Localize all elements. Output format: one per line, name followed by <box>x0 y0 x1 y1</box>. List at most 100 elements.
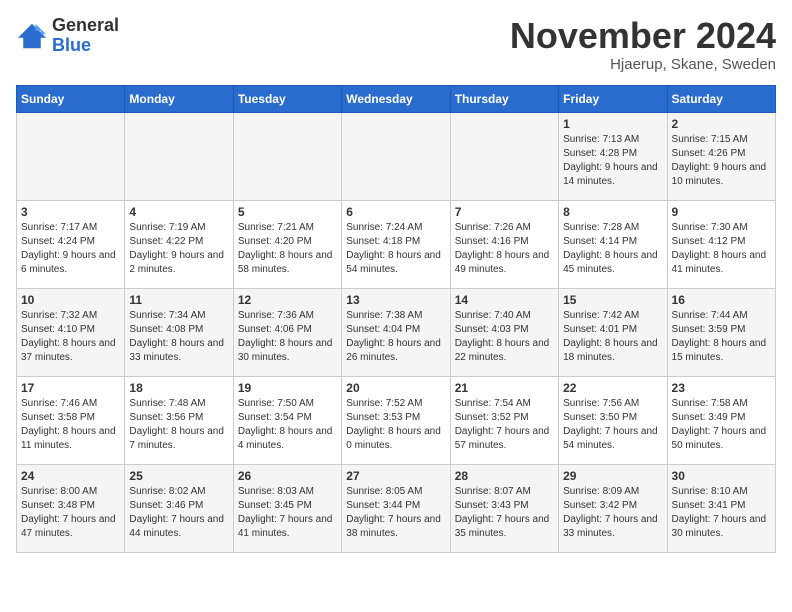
weekday-header: Saturday <box>667 85 775 112</box>
day-number: 11 <box>129 293 228 307</box>
calendar-day-cell: 30 Sunrise: 8:10 AM Sunset: 3:41 PM Dayli… <box>667 464 775 552</box>
day-number: 3 <box>21 205 120 219</box>
calendar-day-cell: 7 Sunrise: 7:26 AM Sunset: 4:16 PM Daylig… <box>450 200 558 288</box>
day-info: Sunrise: 7:38 AM Sunset: 4:04 PM Dayligh… <box>346 309 445 365</box>
day-info: Sunrise: 8:07 AM Sunset: 3:43 PM Dayligh… <box>455 485 554 541</box>
day-info: Sunrise: 7:28 AM Sunset: 4:14 PM Dayligh… <box>563 221 662 277</box>
day-number: 26 <box>238 469 337 483</box>
weekday-header: Tuesday <box>233 85 341 112</box>
day-number: 7 <box>455 205 554 219</box>
day-info: Sunrise: 8:05 AM Sunset: 3:44 PM Dayligh… <box>346 485 445 541</box>
calendar-day-cell <box>450 112 558 200</box>
day-info: Sunrise: 7:44 AM Sunset: 3:59 PM Dayligh… <box>672 309 771 365</box>
calendar-week-row: 17 Sunrise: 7:46 AM Sunset: 3:58 PM Dayli… <box>17 376 776 464</box>
calendar-day-cell: 29Sunrise: 8:09 AM Sunset: 3:42 PM Dayli… <box>559 464 667 552</box>
day-info: Sunrise: 7:58 AM Sunset: 3:49 PM Dayligh… <box>672 397 771 453</box>
calendar-week-row: 10 Sunrise: 7:32 AM Sunset: 4:10 PM Dayli… <box>17 288 776 376</box>
day-info: Sunrise: 7:17 AM Sunset: 4:24 PM Dayligh… <box>21 221 120 277</box>
calendar-day-cell: 20 Sunrise: 7:52 AM Sunset: 3:53 PM Dayli… <box>342 376 450 464</box>
calendar-day-cell: 2 Sunrise: 7:15 AM Sunset: 4:26 PM Daylig… <box>667 112 775 200</box>
calendar-day-cell: 3 Sunrise: 7:17 AM Sunset: 4:24 PM Daylig… <box>17 200 125 288</box>
day-info: Sunrise: 7:56 AM Sunset: 3:50 PM Dayligh… <box>563 397 662 453</box>
calendar-table: SundayMondayTuesdayWednesdayThursdayFrid… <box>16 85 776 553</box>
calendar-day-cell: 15 Sunrise: 7:42 AM Sunset: 4:01 PM Dayli… <box>559 288 667 376</box>
day-info: Sunrise: 8:00 AM Sunset: 3:48 PM Dayligh… <box>21 485 120 541</box>
calendar-day-cell: 5 Sunrise: 7:21 AM Sunset: 4:20 PM Daylig… <box>233 200 341 288</box>
calendar-day-cell: 18 Sunrise: 7:48 AM Sunset: 3:56 PM Dayli… <box>125 376 233 464</box>
day-info: Sunrise: 7:54 AM Sunset: 3:52 PM Dayligh… <box>455 397 554 453</box>
calendar-day-cell: 19 Sunrise: 7:50 AM Sunset: 3:54 PM Dayli… <box>233 376 341 464</box>
logo-blue: Blue <box>52 35 91 55</box>
day-number: 25 <box>129 469 228 483</box>
day-number: 20 <box>346 381 445 395</box>
day-number: 19 <box>238 381 337 395</box>
calendar-week-row: 1Sunrise: 7:13 AM Sunset: 4:28 PM Daylig… <box>17 112 776 200</box>
day-info: Sunrise: 7:24 AM Sunset: 4:18 PM Dayligh… <box>346 221 445 277</box>
day-number: 5 <box>238 205 337 219</box>
day-info: Sunrise: 7:19 AM Sunset: 4:22 PM Dayligh… <box>129 221 228 277</box>
day-number: 15 <box>563 293 662 307</box>
day-number: 17 <box>21 381 120 395</box>
day-info: Sunrise: 7:15 AM Sunset: 4:26 PM Dayligh… <box>672 133 771 189</box>
logo-general: General <box>52 15 119 35</box>
title-block: November 2024 Hjaerup, Skane, Sweden <box>510 16 776 73</box>
day-number: 21 <box>455 381 554 395</box>
day-number: 18 <box>129 381 228 395</box>
calendar-day-cell: 1Sunrise: 7:13 AM Sunset: 4:28 PM Daylig… <box>559 112 667 200</box>
calendar-day-cell: 26 Sunrise: 8:03 AM Sunset: 3:45 PM Dayli… <box>233 464 341 552</box>
day-number: 29 <box>563 469 662 483</box>
day-number: 22 <box>563 381 662 395</box>
calendar-day-cell: 28Sunrise: 8:07 AM Sunset: 3:43 PM Dayli… <box>450 464 558 552</box>
location: Hjaerup, Skane, Sweden <box>510 56 776 73</box>
day-info: Sunrise: 8:10 AM Sunset: 3:41 PM Dayligh… <box>672 485 771 541</box>
calendar-day-cell: 16 Sunrise: 7:44 AM Sunset: 3:59 PM Dayli… <box>667 288 775 376</box>
day-info: Sunrise: 7:30 AM Sunset: 4:12 PM Dayligh… <box>672 221 771 277</box>
calendar-day-cell <box>342 112 450 200</box>
day-info: Sunrise: 7:21 AM Sunset: 4:20 PM Dayligh… <box>238 221 337 277</box>
day-number: 9 <box>672 205 771 219</box>
day-info: Sunrise: 7:36 AM Sunset: 4:06 PM Dayligh… <box>238 309 337 365</box>
day-info: Sunrise: 7:40 AM Sunset: 4:03 PM Dayligh… <box>455 309 554 365</box>
day-info: Sunrise: 7:46 AM Sunset: 3:58 PM Dayligh… <box>21 397 120 453</box>
weekday-header: Thursday <box>450 85 558 112</box>
calendar-day-cell: 4 Sunrise: 7:19 AM Sunset: 4:22 PM Daylig… <box>125 200 233 288</box>
day-info: Sunrise: 7:50 AM Sunset: 3:54 PM Dayligh… <box>238 397 337 453</box>
page-header: General Blue November 2024 Hjaerup, Skan… <box>16 16 776 73</box>
day-number: 14 <box>455 293 554 307</box>
day-number: 4 <box>129 205 228 219</box>
day-info: Sunrise: 7:48 AM Sunset: 3:56 PM Dayligh… <box>129 397 228 453</box>
day-info: Sunrise: 7:42 AM Sunset: 4:01 PM Dayligh… <box>563 309 662 365</box>
calendar-week-row: 24 Sunrise: 8:00 AM Sunset: 3:48 PM Dayli… <box>17 464 776 552</box>
calendar-day-cell: 10 Sunrise: 7:32 AM Sunset: 4:10 PM Dayli… <box>17 288 125 376</box>
calendar-day-cell: 12 Sunrise: 7:36 AM Sunset: 4:06 PM Dayli… <box>233 288 341 376</box>
day-number: 12 <box>238 293 337 307</box>
calendar-day-cell: 27Sunrise: 8:05 AM Sunset: 3:44 PM Dayli… <box>342 464 450 552</box>
day-info: Sunrise: 8:03 AM Sunset: 3:45 PM Dayligh… <box>238 485 337 541</box>
day-number: 30 <box>672 469 771 483</box>
logo: General Blue <box>16 16 119 56</box>
day-info: Sunrise: 7:32 AM Sunset: 4:10 PM Dayligh… <box>21 309 120 365</box>
calendar-day-cell: 21 Sunrise: 7:54 AM Sunset: 3:52 PM Dayli… <box>450 376 558 464</box>
calendar-day-cell: 9 Sunrise: 7:30 AM Sunset: 4:12 PM Daylig… <box>667 200 775 288</box>
day-info: Sunrise: 7:52 AM Sunset: 3:53 PM Dayligh… <box>346 397 445 453</box>
weekday-header: Monday <box>125 85 233 112</box>
logo-text: General Blue <box>52 16 119 56</box>
day-number: 16 <box>672 293 771 307</box>
calendar-day-cell: 14 Sunrise: 7:40 AM Sunset: 4:03 PM Dayli… <box>450 288 558 376</box>
logo-icon <box>16 22 48 50</box>
weekday-header: Wednesday <box>342 85 450 112</box>
day-number: 1 <box>563 117 662 131</box>
calendar-day-cell <box>233 112 341 200</box>
calendar-day-cell: 8 Sunrise: 7:28 AM Sunset: 4:14 PM Daylig… <box>559 200 667 288</box>
calendar-week-row: 3 Sunrise: 7:17 AM Sunset: 4:24 PM Daylig… <box>17 200 776 288</box>
day-info: Sunrise: 7:26 AM Sunset: 4:16 PM Dayligh… <box>455 221 554 277</box>
calendar-day-cell: 6Sunrise: 7:24 AM Sunset: 4:18 PM Daylig… <box>342 200 450 288</box>
day-number: 2 <box>672 117 771 131</box>
day-number: 23 <box>672 381 771 395</box>
calendar-day-cell: 24 Sunrise: 8:00 AM Sunset: 3:48 PM Dayli… <box>17 464 125 552</box>
calendar-day-cell: 23 Sunrise: 7:58 AM Sunset: 3:49 PM Dayli… <box>667 376 775 464</box>
day-number: 10 <box>21 293 120 307</box>
calendar-day-cell: 22 Sunrise: 7:56 AM Sunset: 3:50 PM Dayli… <box>559 376 667 464</box>
day-number: 24 <box>21 469 120 483</box>
day-number: 8 <box>563 205 662 219</box>
